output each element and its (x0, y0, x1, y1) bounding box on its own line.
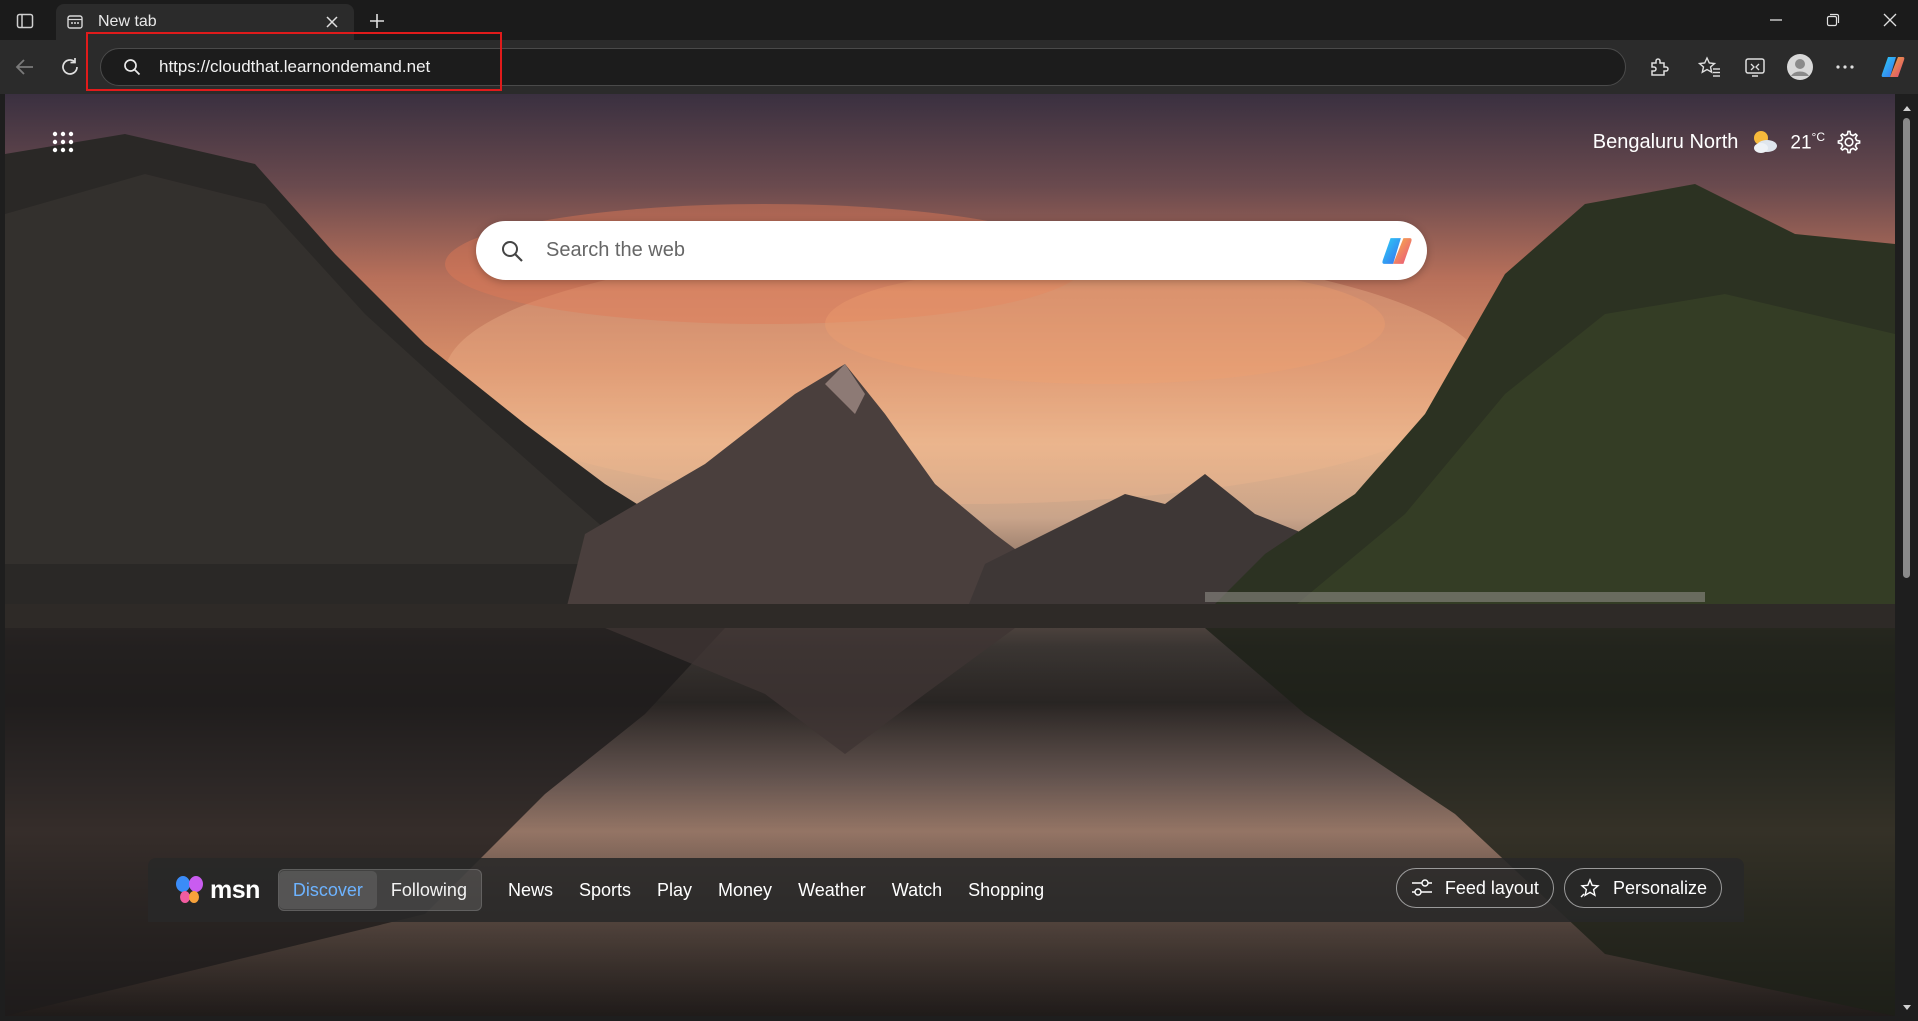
screenshot-button[interactable] (1738, 50, 1772, 84)
search-icon (121, 56, 143, 78)
new-tab-icon (66, 13, 84, 31)
restore-button[interactable] (1805, 0, 1861, 40)
more-options-button[interactable] (1828, 50, 1862, 84)
page-scrollbar[interactable] (1895, 94, 1918, 1021)
copilot-icon (1382, 237, 1412, 264)
tab-strip: New tab (0, 0, 1918, 40)
msn-feed-bar: msn Discover Following News Sports Play … (148, 858, 1744, 922)
close-icon (1883, 13, 1897, 27)
web-search-box (476, 221, 1427, 280)
nav-money[interactable]: Money (718, 880, 772, 901)
personalize-button[interactable]: Personalize (1563, 868, 1722, 908)
feed-tab-group: Discover Following (277, 869, 482, 911)
new-tab-button[interactable] (362, 6, 392, 36)
feed-actions: Feed layout Personalize (1395, 868, 1722, 908)
app-grid-icon (52, 131, 74, 153)
puzzle-icon (1651, 58, 1669, 76)
copilot-icon (1881, 57, 1905, 77)
close-tab-icon[interactable] (320, 10, 344, 34)
minimize-icon (1770, 19, 1782, 21)
tab-new-tab[interactable]: New tab (56, 4, 354, 40)
gear-icon (1837, 130, 1861, 154)
sliders-icon (1411, 879, 1432, 896)
apps-launcher-button[interactable] (43, 122, 83, 162)
avatar-icon (1787, 54, 1813, 80)
msn-logo-text: msn (210, 875, 260, 904)
copilot-button[interactable] (1876, 50, 1910, 84)
favorites-button[interactable] (1693, 50, 1727, 84)
tab-actions-button[interactable] (10, 6, 40, 36)
msn-butterfly-icon (176, 876, 203, 903)
personalize-label: Personalize (1612, 877, 1707, 898)
temperature-value: 21 (1790, 132, 1812, 154)
refresh-button[interactable] (53, 50, 87, 84)
sidebar-panel-icon (16, 13, 34, 29)
nav-news[interactable]: News (508, 880, 553, 901)
msn-logo[interactable]: msn (174, 875, 260, 905)
scroll-up-arrow-icon[interactable] (1901, 102, 1913, 114)
nav-sports[interactable]: Sports (579, 880, 631, 901)
search-icon (498, 237, 526, 265)
weather-widget[interactable]: Bengaluru North 21°C (1593, 122, 1825, 162)
nav-shopping[interactable]: Shopping (968, 880, 1044, 901)
tab-title: New tab (98, 13, 157, 30)
close-window-button[interactable] (1862, 0, 1918, 40)
address-url[interactable]: https://cloudthat.learnondemand.net (159, 57, 430, 77)
browser-toolbar: https://cloudthat.learnondemand.net (0, 40, 1918, 94)
copilot-search-button[interactable] (1377, 231, 1417, 271)
more-icon (1836, 65, 1854, 69)
nav-watch[interactable]: Watch (892, 880, 942, 901)
partly-cloudy-icon (1754, 131, 1778, 153)
extensions-button[interactable] (1642, 50, 1676, 84)
back-arrow-icon (15, 59, 33, 75)
search-input[interactable] (544, 229, 1377, 272)
weather-temperature: 21°C (1790, 130, 1825, 154)
plus-icon (370, 14, 384, 28)
profile-button[interactable] (1783, 50, 1817, 84)
minimize-button[interactable] (1748, 0, 1804, 40)
temperature-unit: °C (1811, 129, 1825, 144)
screenshot-icon (1745, 58, 1765, 77)
scroll-down-arrow-icon[interactable] (1901, 1002, 1913, 1014)
page-settings-button[interactable] (1829, 122, 1869, 162)
nav-play[interactable]: Play (657, 880, 692, 901)
sparkle-star-icon (1580, 878, 1600, 898)
tab-discover[interactable]: Discover (278, 871, 377, 909)
tab-following[interactable]: Following (377, 871, 481, 909)
scroll-thumb[interactable] (1903, 118, 1910, 578)
refresh-icon (62, 58, 78, 75)
back-button[interactable] (8, 50, 42, 84)
feed-layout-button[interactable]: Feed layout (1395, 868, 1554, 908)
favorites-star-icon (1698, 56, 1720, 77)
weather-location: Bengaluru North (1592, 130, 1739, 153)
nav-weather[interactable]: Weather (798, 880, 866, 901)
address-bar[interactable]: https://cloudthat.learnondemand.net (100, 48, 1626, 86)
feed-layout-label: Feed layout (1444, 877, 1539, 898)
restore-icon (1826, 13, 1840, 27)
